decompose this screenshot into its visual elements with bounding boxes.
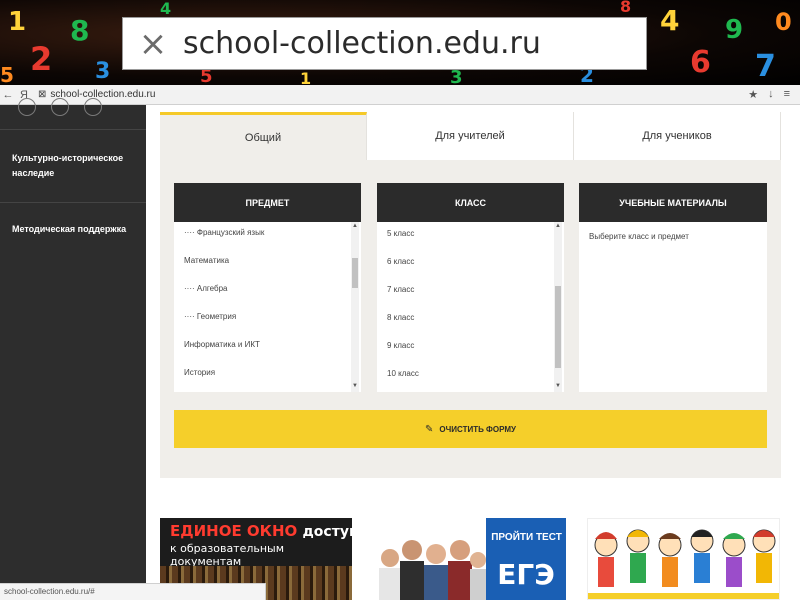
status-bar: school-collection.edu.ru/#: [0, 583, 266, 600]
svg-text:4: 4: [160, 0, 171, 18]
browser-toolbar: ← Я ⊠ school-collection.edu.ru ★ ↓ ≡: [0, 85, 800, 105]
catalog-panel: Общий Для учителей Для учеников ПРЕДМЕТ …: [160, 112, 781, 478]
back-arrow-icon[interactable]: ←: [0, 89, 16, 101]
sidebar-social-icons: [0, 98, 146, 130]
tab-bar: Общий Для учителей Для учеников: [160, 112, 781, 160]
close-icon: ×: [138, 23, 168, 64]
social-circle-icon[interactable]: [84, 98, 102, 116]
svg-text:2: 2: [30, 40, 52, 78]
toolbar-right: ★ ↓ ≡: [748, 88, 800, 101]
list-item[interactable]: История: [184, 368, 215, 377]
children-illustration: [588, 529, 779, 599]
scrollbar-thumb[interactable]: [555, 286, 561, 368]
menu-icon[interactable]: ≡: [784, 88, 790, 101]
list-item[interactable]: 6 класс: [387, 257, 414, 266]
promo-window-red: ЕДИНОЕ ОКНО: [170, 522, 298, 540]
promo-window-white: доступа: [302, 524, 353, 540]
scrollbar[interactable]: ▲ ▼: [554, 222, 562, 392]
svg-text:9: 9: [725, 15, 743, 45]
social-circle-icon[interactable]: [51, 98, 69, 116]
sidebar: Культурно-историческое наследие Методиче…: [0, 98, 146, 600]
svg-text:8: 8: [620, 0, 631, 16]
url-overlay-card: × school-collection.edu.ru: [122, 17, 647, 70]
address-text: school-collection.edu.ru: [50, 89, 156, 100]
scroll-down-arrow-icon[interactable]: ▼: [554, 382, 562, 390]
download-icon[interactable]: ↓: [768, 88, 774, 101]
list-item[interactable]: Информатика и ИКТ: [184, 340, 260, 349]
list-item[interactable]: 9 класс: [387, 341, 414, 350]
tab-teachers[interactable]: Для учителей: [367, 112, 574, 160]
students-photo: [379, 540, 486, 600]
sidebar-item-heritage[interactable]: Культурно-историческое наследие: [0, 130, 146, 203]
svg-text:6: 6: [690, 45, 711, 80]
list-item[interactable]: 10 класс: [387, 369, 419, 378]
scroll-down-arrow-icon[interactable]: ▼: [351, 382, 359, 390]
svg-text:5: 5: [0, 63, 14, 85]
promo-window-subtitle: к образовательным документам: [170, 542, 285, 568]
materials-list: Выберите класс и предмет: [579, 222, 767, 392]
scroll-up-arrow-icon[interactable]: ▲: [554, 222, 562, 230]
tab-students[interactable]: Для учеников: [574, 112, 781, 160]
clear-form-label: ОЧИСТИТЬ ФОРМУ: [439, 424, 516, 434]
svg-text:4: 4: [660, 4, 679, 37]
page-icon: ⊠: [38, 89, 47, 100]
svg-text:1: 1: [8, 7, 26, 37]
materials-hint: Выберите класс и предмет: [589, 232, 689, 241]
sidebar-item-methodical[interactable]: Методическая поддержка: [0, 203, 146, 273]
scrollbar-thumb[interactable]: [352, 258, 358, 288]
subject-list[interactable]: ···· Французский язык Математика ···· Ал…: [174, 222, 361, 392]
class-header: КЛАСС: [377, 183, 564, 222]
scroll-up-arrow-icon[interactable]: ▲: [351, 222, 359, 230]
promo-children[interactable]: [587, 518, 780, 600]
promo-ege-test[interactable]: ПРОЙТИ ТЕСТ ЕГЭ: [374, 518, 566, 600]
promo-window-title: ЕДИНОЕ ОКНО доступа: [170, 522, 352, 540]
url-overlay-text: school-collection.edu.ru: [183, 26, 541, 61]
decorative-banner: 1 2 8 3 5 4 6 9 7 0 5 1 3 2 8 4 × school…: [0, 0, 800, 85]
clear-form-button[interactable]: ✎ ОЧИСТИТЬ ФОРМУ: [174, 410, 767, 448]
list-item[interactable]: 7 класс: [387, 285, 414, 294]
list-item[interactable]: 5 класс: [387, 229, 414, 238]
svg-text:3: 3: [95, 59, 110, 84]
svg-text:0: 0: [775, 8, 792, 36]
scrollbar[interactable]: ▲ ▼: [351, 222, 359, 392]
pencil-icon: ✎: [425, 423, 434, 435]
list-item[interactable]: ···· Алгебра: [184, 284, 227, 293]
subject-header: ПРЕДМЕТ: [174, 183, 361, 222]
list-item[interactable]: 8 класс: [387, 313, 414, 322]
social-circle-icon[interactable]: [18, 98, 36, 116]
ege-cta: ПРОЙТИ ТЕСТ: [491, 532, 562, 543]
svg-text:7: 7: [755, 49, 776, 84]
ege-title: ЕГЭ: [497, 558, 555, 591]
list-item[interactable]: Математика: [184, 256, 229, 265]
list-item[interactable]: ···· Французский язык: [184, 228, 264, 237]
screenshot-root: { "overlay": { "close_glyph": "×", "url_…: [0, 0, 800, 600]
list-item[interactable]: ···· Геометрия: [184, 312, 236, 321]
class-list[interactable]: 5 класс 6 класс 7 класс 8 класс 9 класс …: [377, 222, 564, 392]
materials-column: УЧЕБНЫЕ МАТЕРИАЛЫ Выберите класс и предм…: [579, 183, 767, 392]
svg-text:8: 8: [70, 14, 89, 47]
subject-column: ПРЕДМЕТ ···· Французский язык Математика…: [174, 183, 361, 392]
class-column: КЛАСС 5 класс 6 класс 7 класс 8 класс 9 …: [377, 183, 564, 392]
materials-header: УЧЕБНЫЕ МАТЕРИАЛЫ: [579, 183, 767, 222]
tab-general[interactable]: Общий: [160, 112, 367, 160]
svg-text:1: 1: [300, 69, 311, 85]
bookmark-star-icon[interactable]: ★: [748, 88, 758, 101]
